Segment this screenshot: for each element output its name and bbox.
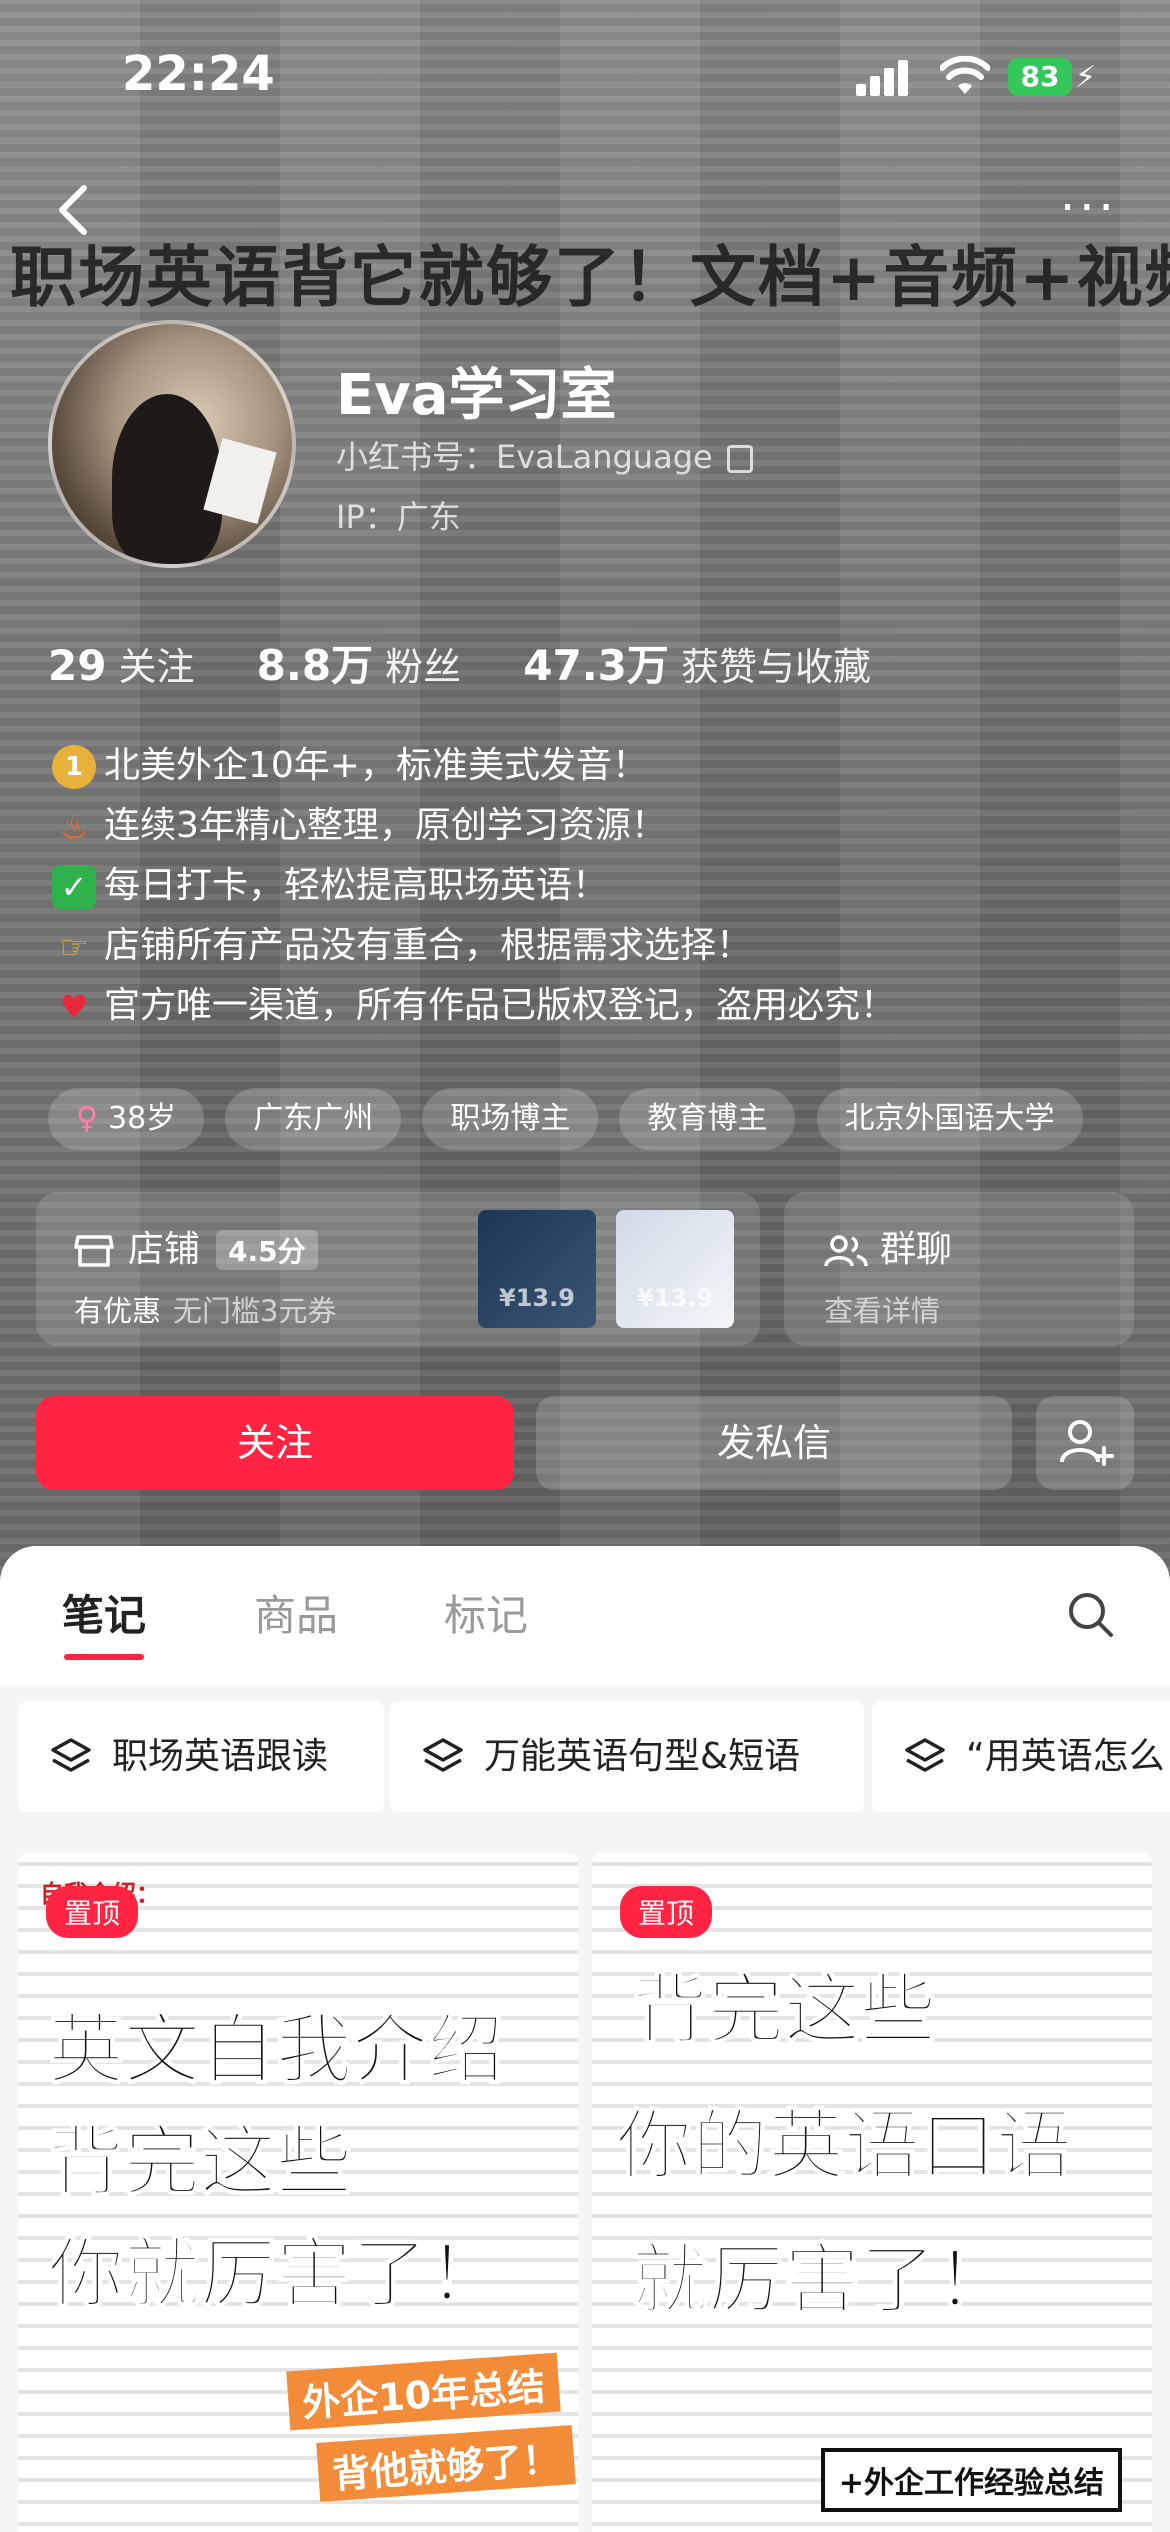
group-chat-subtitle: 查看详情 xyxy=(824,1294,941,1328)
tab-notes[interactable]: 笔记 xyxy=(62,1582,146,1643)
collection-chip[interactable]: “用英语怎么 xyxy=(872,1702,1170,1812)
likes-count[interactable]: 47.3万 xyxy=(523,641,669,690)
fire-icon: ♨ xyxy=(59,808,89,846)
likes-label[interactable]: 获赞与收藏 xyxy=(681,645,871,689)
back-arrow-icon[interactable] xyxy=(46,180,106,240)
add-friend-button[interactable] xyxy=(1036,1396,1134,1490)
heart-icon: ♥ xyxy=(59,988,89,1026)
following-count[interactable]: 29 xyxy=(48,641,106,690)
status-bar: 22:24 83 ⚡ xyxy=(0,0,1170,150)
group-chat-card[interactable]: 群聊 查看详情 xyxy=(784,1192,1134,1346)
layers-icon xyxy=(51,1738,91,1772)
following-label[interactable]: 关注 xyxy=(119,645,195,689)
layers-icon xyxy=(423,1738,463,1772)
cellular-signal-icon xyxy=(856,60,916,96)
profile-bio: 1 北美外企10年+，标准美式发音！ ♨ 连续3年精心整理，原创学习资源！ ✓ 每日打… xyxy=(52,736,1112,1036)
note-title-line: 你的英语口语 xyxy=(615,2100,1073,2191)
add-user-icon xyxy=(1060,1420,1114,1466)
battery-icon: 83 xyxy=(1008,58,1072,96)
charging-bolt-icon: ⚡ xyxy=(1075,60,1097,95)
document-background xyxy=(592,1854,1152,2532)
note-title-line: 你就厉害了！ xyxy=(47,2228,505,2319)
note-stamp: +外企工作经验总结 xyxy=(820,2448,1122,2512)
content-tabs: 笔记 商品 标记 xyxy=(0,1546,1170,1666)
message-button[interactable]: 发私信 xyxy=(536,1396,1012,1490)
avatar-figure xyxy=(112,394,222,564)
bio-line: 1 北美外企10年+，标准美式发音！ xyxy=(52,736,1112,796)
search-icon[interactable] xyxy=(1066,1590,1114,1638)
shop-score: 4.5分 xyxy=(216,1230,318,1270)
collection-strip: 职场英语跟读 万能英语句型&短语 “用英语怎么 xyxy=(0,1686,1170,1836)
tag-category: 教育博主 xyxy=(619,1088,796,1150)
group-icon xyxy=(824,1235,868,1267)
tag-school: 北京外国语大学 xyxy=(816,1088,1083,1150)
profile-tags: ♀ 38岁 广东广州 职场博主 教育博主 北京外国语大学 xyxy=(48,1088,1099,1150)
note-title-line: 就厉害了！ xyxy=(631,2234,1013,2325)
tag-age: ♀ 38岁 xyxy=(48,1088,205,1150)
status-time: 22:24 xyxy=(122,46,275,102)
product-price: ¥13.9 xyxy=(637,1284,713,1312)
note-title-line: 英文自我介绍 xyxy=(47,2004,505,2095)
followers-count[interactable]: 8.8万 xyxy=(257,641,373,690)
bio-line: ☞ 店铺所有产品没有重合，根据需求选择！ xyxy=(52,916,1112,976)
follow-button[interactable]: 关注 xyxy=(36,1396,514,1490)
shop-card[interactable]: 店铺 4.5分 有优惠 无门槛3元券 ¥13.9 ¥13.9 xyxy=(36,1192,760,1346)
pinned-badge: 置顶 xyxy=(620,1886,713,1938)
check-icon: ✓ xyxy=(52,865,96,909)
wifi-icon xyxy=(940,56,990,94)
product-thumbnail[interactable]: ¥13.9 xyxy=(616,1210,734,1328)
collection-chip[interactable]: 万能英语句型&短语 xyxy=(390,1702,864,1812)
collection-chip[interactable]: 职场英语跟读 xyxy=(18,1702,384,1812)
female-icon: ♀ xyxy=(76,1101,98,1136)
bio-line: ♥ 官方唯一渠道，所有作品已版权登记，盗用必究！ xyxy=(52,976,1112,1036)
active-tab-indicator xyxy=(64,1654,144,1660)
profile-stats: 29 关注 8.8万 粉丝 47.3万 获赞与收藏 xyxy=(48,632,921,693)
tag-location: 广东广州 xyxy=(225,1088,402,1150)
bio-line: ♨ 连续3年精心整理，原创学习资源！ xyxy=(52,796,1112,856)
more-options-icon[interactable]: ··· xyxy=(1060,180,1118,236)
pinned-badge: 置顶 xyxy=(46,1886,139,1938)
followers-label[interactable]: 粉丝 xyxy=(385,645,461,689)
content-sheet: 笔记 商品 标记 职场英语跟读 万能英语句型&短语 “用英语怎么 自我介绍： 置… xyxy=(0,1546,1170,2532)
shop-promo: 有优惠 无门槛3元券 xyxy=(74,1294,337,1328)
note-card[interactable]: 置顶 背完这些 你的英语口语 就厉害了！ +外企工作经验总结 xyxy=(592,1854,1152,2532)
product-price: ¥13.9 xyxy=(499,1284,575,1312)
ip-location: IP：广东 xyxy=(336,498,461,536)
shop-title-row: 店铺 4.5分 xyxy=(74,1220,318,1272)
product-thumbnail[interactable]: ¥13.9 xyxy=(478,1210,596,1328)
profile-name: Eva学习室 xyxy=(336,363,617,428)
avatar[interactable] xyxy=(48,320,296,568)
bio-line: ✓ 每日打卡，轻松提高职场英语！ xyxy=(52,856,1112,916)
note-card[interactable]: 自我介绍： 置顶 英文自我介绍 背完这些 你就厉害了！ 外企10年总结 背他就够… xyxy=(18,1854,578,2532)
shop-icon xyxy=(74,1235,114,1267)
tab-products[interactable]: 商品 xyxy=(254,1582,338,1643)
note-title-line: 背完这些 xyxy=(47,2116,353,2207)
tag-category: 职场博主 xyxy=(422,1088,599,1150)
redbook-id: 小红书号：EvaLanguage xyxy=(336,438,713,476)
tab-marks[interactable]: 标记 xyxy=(444,1582,528,1643)
copy-icon[interactable] xyxy=(726,445,753,473)
group-chat-title: 群聊 xyxy=(824,1220,952,1272)
redbook-id-row: 小红书号：EvaLanguage xyxy=(336,432,753,478)
header-banner-text: 职场英语背它就够了！文档+音频+视频 xyxy=(10,239,1170,316)
medal-icon: 1 xyxy=(52,745,96,789)
notes-grid: 自我介绍： 置顶 英文自我介绍 背完这些 你就厉害了！ 外企10年总结 背他就够… xyxy=(0,1836,1170,2532)
pointing-hand-icon: ☞ xyxy=(59,928,89,966)
note-title-line: 背完这些 xyxy=(631,1964,937,2055)
layers-icon xyxy=(905,1738,945,1772)
